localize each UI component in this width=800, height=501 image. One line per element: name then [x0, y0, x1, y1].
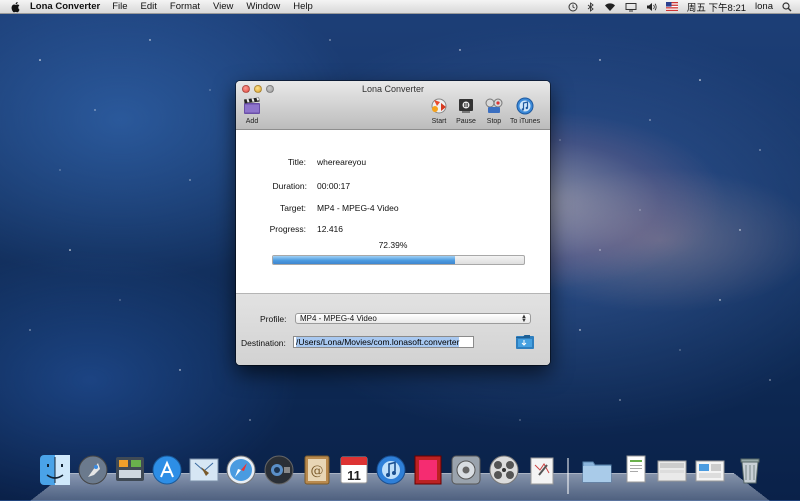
destination-label: Destination:	[241, 338, 286, 348]
spotlight-icon[interactable]	[782, 1, 792, 12]
menu-view[interactable]: View	[213, 1, 233, 12]
menu-user[interactable]: lona	[755, 1, 773, 12]
stop-icon	[485, 98, 503, 113]
pause-icon	[459, 99, 473, 113]
menu-app-name[interactable]: Lona Converter	[30, 1, 100, 12]
us-flag-icon[interactable]	[665, 2, 678, 11]
destination-input[interactable]: /Users/Lona/Movies/com.lonasoft.converte…	[293, 336, 474, 348]
pause-label: Pause	[456, 118, 476, 125]
menu-window[interactable]: Window	[246, 1, 280, 12]
dock: @ 11	[0, 448, 800, 498]
volume-icon[interactable]	[646, 2, 657, 12]
duration-value: 00:00:17	[317, 181, 351, 191]
dock-separator	[567, 458, 569, 494]
pause-button[interactable]: Pause	[456, 96, 476, 125]
downloads-icon[interactable]	[655, 453, 689, 487]
profile-select[interactable]: MP4 - MPEG-4 Video ▲ ▼	[295, 313, 531, 324]
itunes-icon	[516, 97, 534, 115]
menu-file[interactable]: File	[112, 1, 127, 12]
menu-bar: Lona Converter File Edit Format View Win…	[0, 0, 800, 14]
menu-clock[interactable]: 周五 下午8:21	[687, 0, 746, 14]
time-machine-icon[interactable]	[568, 2, 578, 12]
applications-folder-icon[interactable]	[580, 453, 614, 487]
select-arrows-icon: ▲ ▼	[521, 314, 527, 324]
mission-control-icon[interactable]	[113, 453, 147, 487]
window-titlebar[interactable]: Lona Converter Add Start Pause Stop To i…	[236, 81, 550, 130]
progress-value: 12.416	[317, 224, 343, 234]
window-title: Lona Converter	[361, 84, 425, 94]
menu-help[interactable]: Help	[293, 1, 313, 12]
profile-label: Profile:	[260, 314, 287, 324]
app-store-icon[interactable]	[150, 453, 184, 487]
stack-icon[interactable]	[693, 453, 727, 487]
duration-label: Duration:	[272, 181, 308, 191]
finder-icon[interactable]	[38, 453, 72, 487]
documents-icon[interactable]	[619, 453, 653, 487]
title-label: Title:	[287, 157, 306, 167]
profile-selected-value: MP4 - MPEG-4 Video	[300, 314, 377, 323]
system-preferences-icon[interactable]	[449, 453, 483, 487]
add-label: Add	[245, 118, 259, 125]
converter-window: Lona Converter Add Start Pause Stop To i…	[236, 81, 550, 365]
stop-label: Stop	[486, 118, 502, 125]
address-book-icon[interactable]: @	[300, 453, 334, 487]
mail-icon[interactable]	[187, 453, 221, 487]
progress-percent: 72.39%	[378, 240, 408, 250]
photo-booth-icon[interactable]	[411, 453, 445, 487]
settings-panel: Profile: MP4 - MPEG-4 Video ▲ ▼ Destinati…	[236, 293, 550, 365]
calendar-day-text: 11	[347, 468, 361, 483]
start-icon	[431, 98, 447, 114]
to-itunes-button[interactable]: To iTunes	[510, 96, 540, 125]
itunes-dock-icon[interactable]	[374, 453, 408, 487]
dvd-player-icon[interactable]	[487, 453, 521, 487]
progress-label: Progress:	[269, 224, 306, 234]
to-itunes-label: To iTunes	[510, 118, 541, 125]
facetime-icon[interactable]	[262, 453, 296, 487]
apple-menu-icon[interactable]	[10, 1, 22, 13]
stop-button[interactable]: Stop	[484, 96, 504, 125]
menu-edit[interactable]: Edit	[141, 1, 157, 12]
title-value: whereareyou	[317, 157, 367, 167]
destination-value: /Users/Lona/Movies/com.lonasoft.converte…	[296, 337, 460, 347]
bluetooth-icon[interactable]	[587, 1, 595, 12]
safari-icon[interactable]	[224, 453, 258, 487]
wifi-icon[interactable]	[604, 2, 616, 12]
launchpad-icon[interactable]	[76, 453, 110, 487]
svg-text:@: @	[311, 464, 324, 479]
start-label: Start	[431, 118, 447, 125]
menu-format[interactable]: Format	[170, 1, 200, 12]
start-button[interactable]: Start	[429, 96, 449, 125]
trash-icon[interactable]	[733, 453, 767, 487]
preview-icon[interactable]	[525, 453, 559, 487]
conversion-info-panel: Title: whereareyou Duration: 00:00:17 Ta…	[236, 130, 550, 293]
progress-bar-fill	[273, 256, 455, 264]
display-icon[interactable]	[625, 2, 637, 12]
target-label: Target:	[280, 203, 306, 213]
progress-bar	[272, 255, 525, 265]
clapperboard-icon	[244, 97, 260, 114]
add-button[interactable]: Add	[242, 96, 262, 125]
browse-folder-icon[interactable]	[515, 333, 535, 350]
target-value: MP4 - MPEG-4 Video	[317, 203, 399, 213]
